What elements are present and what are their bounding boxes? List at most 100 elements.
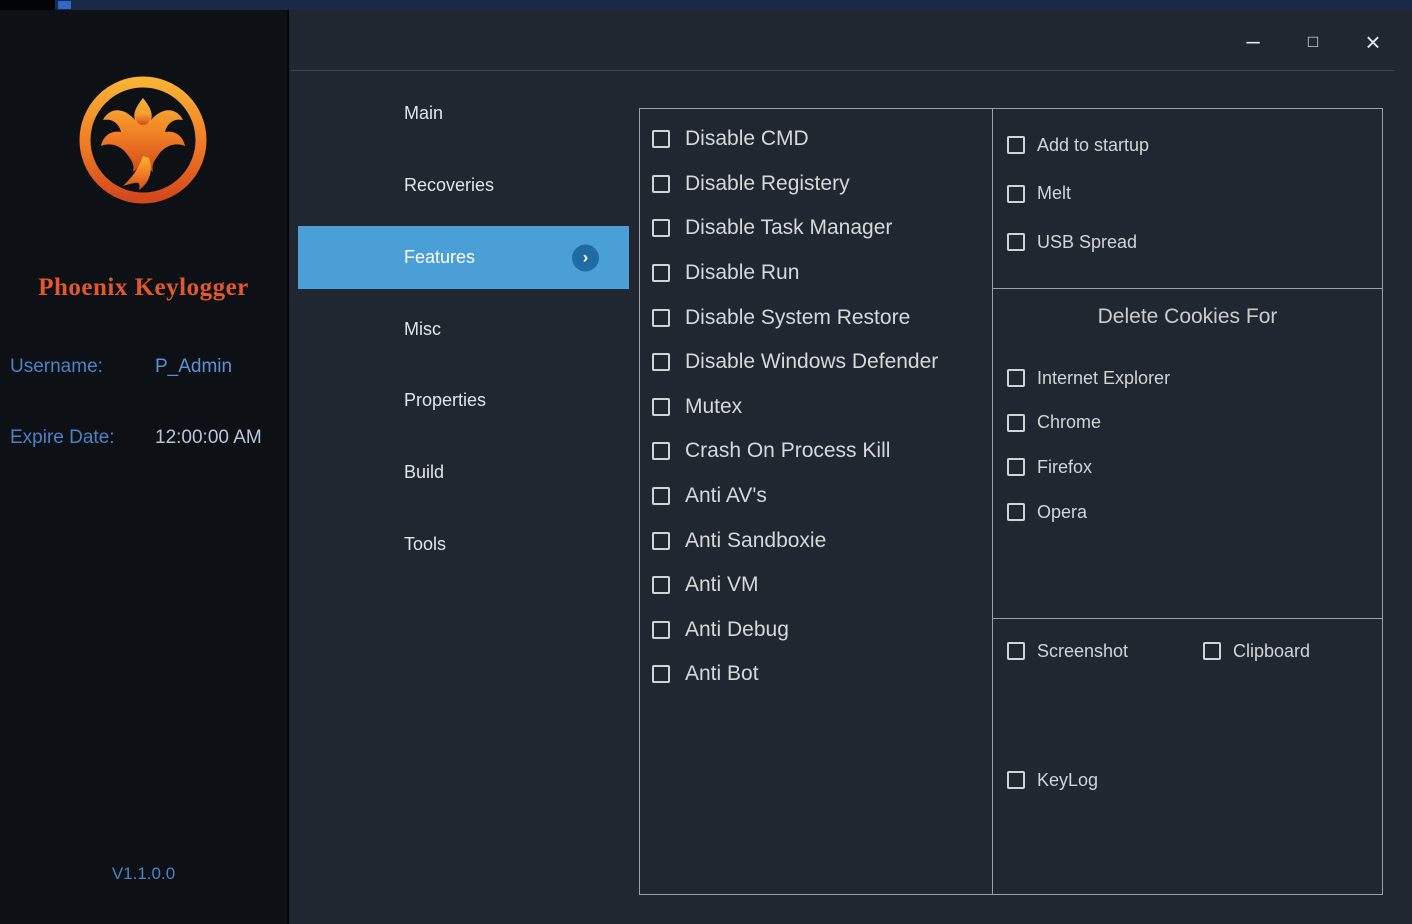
username-label: Username:: [10, 356, 103, 377]
option-row: Opera: [993, 490, 1382, 535]
feature-row: Anti Bot: [640, 652, 992, 697]
checkbox[interactable]: [1007, 136, 1025, 155]
feature-row: Anti Sandboxie: [640, 518, 992, 563]
feature-checkbox-list: Disable CMD Disable Registery Disable Ta…: [640, 117, 992, 697]
option-row: Firefox: [993, 445, 1382, 490]
minimize-icon[interactable]: –: [1240, 28, 1266, 56]
checkbox-label: Clipboard: [1233, 640, 1311, 661]
feature-row: Disable Registery: [640, 162, 992, 207]
capture-options: Screenshot Clipboard: [993, 636, 1382, 666]
cookies-options: Internet Explorer Chrome Firefox Opera: [993, 356, 1382, 534]
feature-row: Disable System Restore: [640, 295, 992, 340]
checkbox[interactable]: [1007, 233, 1025, 252]
checkbox-label: Add to startup: [1037, 134, 1150, 155]
checkbox-label: Opera: [1037, 501, 1088, 522]
checkbox-label: Disable Windows Defender: [685, 350, 939, 374]
option-row: Melt: [993, 170, 1382, 219]
feature-row: Anti VM: [640, 563, 992, 608]
panel-right-column: Add to startup Melt USB Spread Delete Co…: [993, 109, 1382, 894]
taskbar-app-icon: [58, 1, 71, 9]
checkbox-label: Anti VM: [685, 573, 759, 597]
section-divider: [993, 288, 1382, 289]
checkbox[interactable]: [652, 264, 670, 283]
nav-label: Features: [404, 247, 476, 267]
nav-item-features[interactable]: Features ›: [298, 226, 629, 289]
checkbox-label: Disable System Restore: [685, 305, 911, 329]
version-label: V1.1.0.0: [111, 864, 176, 883]
checkbox-label: Chrome: [1037, 412, 1102, 433]
checkbox[interactable]: [1007, 184, 1025, 203]
checkbox[interactable]: [1007, 458, 1025, 477]
checkbox-label: Crash On Process Kill: [685, 439, 891, 463]
checkbox[interactable]: [652, 487, 670, 506]
checkbox[interactable]: [652, 531, 670, 550]
maximize-icon[interactable]: □: [1300, 28, 1326, 56]
nav-item-build[interactable]: Build: [298, 441, 629, 504]
option-row: Screenshot: [1007, 636, 1128, 666]
nav-label: Properties: [404, 390, 487, 410]
nav-item-main[interactable]: Main: [298, 82, 629, 145]
nav-label: Tools: [404, 534, 447, 554]
checkbox-label: Anti Sandboxie: [685, 528, 827, 552]
checkbox[interactable]: [1007, 413, 1025, 432]
checkbox-label: Firefox: [1037, 456, 1093, 477]
checkbox-label: Disable CMD: [685, 127, 809, 151]
nav-label: Main: [404, 103, 444, 123]
checkbox[interactable]: [652, 174, 670, 193]
option-row: Chrome: [993, 401, 1382, 446]
top-strip-segment: [0, 0, 55, 10]
checkbox[interactable]: [1203, 642, 1221, 660]
checkbox-label: Internet Explorer: [1037, 367, 1171, 388]
checkbox[interactable]: [652, 620, 670, 639]
checkbox[interactable]: [652, 665, 670, 684]
option-row: Add to startup: [993, 121, 1382, 170]
feature-row: Disable Task Manager: [640, 206, 992, 251]
checkbox[interactable]: [652, 397, 670, 416]
nav-item-recoveries[interactable]: Recoveries: [298, 154, 629, 217]
window-controls: – □ ×: [1240, 28, 1386, 56]
feature-row: Anti Debug: [640, 608, 992, 653]
checkbox-label: USB Spread: [1037, 231, 1138, 252]
keylog-option-row: KeyLog: [1007, 765, 1098, 795]
checkbox[interactable]: [1007, 503, 1025, 522]
option-row: Internet Explorer: [993, 356, 1382, 401]
app-title: Phoenix Keylogger: [38, 274, 249, 301]
checkbox[interactable]: [1007, 369, 1025, 388]
delete-cookies-heading: Delete Cookies For: [1097, 305, 1278, 328]
checkbox[interactable]: [652, 308, 670, 327]
feature-row: Disable Run: [640, 251, 992, 296]
nav-item-properties[interactable]: Properties: [298, 369, 629, 432]
nav-label: Recoveries: [404, 175, 495, 195]
username-value: P_Admin: [155, 356, 233, 377]
option-row: USB Spread: [993, 218, 1382, 267]
feature-row: Mutex: [640, 385, 992, 430]
checkbox-label: Anti Bot: [685, 662, 759, 686]
checkbox-label: Disable Task Manager: [685, 216, 893, 240]
feature-row: Anti AV's: [640, 474, 992, 519]
expire-date-row: Expire Date: 12:00:00 AM: [10, 427, 262, 449]
close-icon[interactable]: ×: [1360, 28, 1386, 56]
checkbox[interactable]: [652, 442, 670, 461]
section-divider: [993, 618, 1382, 619]
main-window: – □ × Main Recoveries Features › Misc Pr…: [289, 10, 1412, 924]
nav-item-tools[interactable]: Tools: [298, 513, 629, 576]
features-panel: Disable CMD Disable Registery Disable Ta…: [639, 108, 1383, 895]
titlebar-separator: [291, 70, 1394, 71]
expire-date-label: Expire Date:: [10, 427, 115, 448]
nav-item-misc[interactable]: Misc: [298, 298, 629, 361]
checkbox[interactable]: [652, 219, 670, 238]
sidebar: Phoenix Keylogger Username: P_Admin Expi…: [0, 10, 288, 924]
phoenix-logo: [73, 68, 213, 212]
nav-label: Build: [404, 462, 445, 482]
checkbox[interactable]: [652, 576, 670, 595]
checkbox[interactable]: [652, 130, 670, 149]
checkbox-label: Melt: [1037, 183, 1072, 204]
checkbox-label: Disable Registery: [685, 171, 850, 195]
checkbox[interactable]: [1007, 771, 1025, 789]
option-row: Clipboard: [1203, 636, 1310, 666]
checkbox[interactable]: [652, 353, 670, 372]
checkbox[interactable]: [1007, 642, 1025, 660]
checkbox-label: Screenshot: [1037, 640, 1129, 661]
desktop-top-strip: [0, 0, 1412, 10]
feature-row: Disable CMD: [640, 117, 992, 162]
